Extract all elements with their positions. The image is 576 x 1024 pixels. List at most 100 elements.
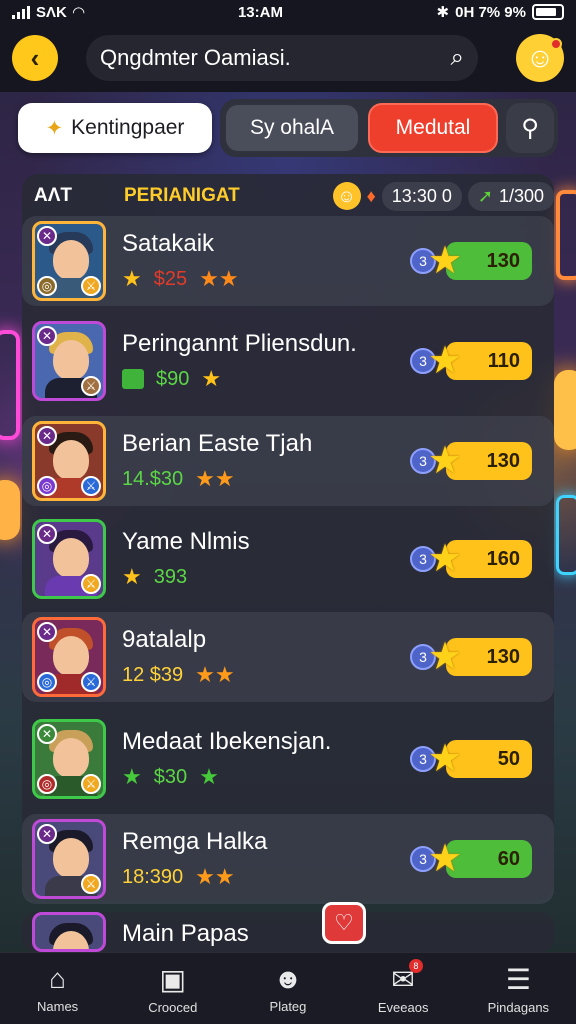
neon-light-left	[0, 480, 20, 540]
list-item[interactable]: ✕ ◎ ⚔ 9atalalp 12 $39 ★★ 3 ★ 130	[22, 612, 554, 702]
score-pill: ★ 110	[428, 340, 532, 382]
character-portrait: ✕ ◎ ⚔	[32, 421, 106, 501]
weapon-badge-icon: ⚔	[81, 874, 101, 894]
double-star-icon: ★★	[195, 864, 235, 889]
character-portrait: ✕ ◎ ⚔	[32, 617, 106, 697]
nav-names[interactable]: ⌂ Names	[8, 963, 108, 1014]
weapon-badge-icon: ⚔	[81, 672, 101, 692]
nav-pindagans[interactable]: ☰ Pindagans	[468, 963, 568, 1015]
status-left: SΛK ◠	[12, 3, 84, 21]
score-value: 50	[497, 747, 520, 770]
search-icon[interactable]: ⌕	[451, 44, 464, 72]
class-badge-icon: ✕	[37, 724, 57, 744]
list-item[interactable]: ✕ ⚔ Peringannt Pliensdun. $90 ★ 3 ★ 110	[22, 316, 554, 406]
character-portrait: ✕ ⚔	[32, 321, 106, 401]
currency-b: ➚ 1/300	[467, 181, 554, 211]
cash-icon	[122, 369, 144, 389]
stat-value: $30	[153, 765, 188, 788]
menu-icon: ☰	[505, 963, 531, 995]
character-name: Yame Nlmis	[122, 528, 250, 555]
battery-icon	[531, 4, 564, 20]
character-name: Remga Halka	[122, 828, 268, 855]
bottom-nav: ⌂ Names ▣ Crooced ☻ Plateg ✉ 8 Eveeaos ☰ …	[0, 952, 576, 1024]
tab-syohala[interactable]: Sy ohalA	[224, 103, 360, 153]
class-badge-icon: ✕	[37, 622, 57, 642]
heart-icon: ♡	[334, 910, 354, 935]
tab-kentingpaer[interactable]: ✦ Kentingpaer	[18, 103, 212, 153]
score-value: 60	[497, 847, 520, 870]
character-name: Peringannt Pliensdun.	[122, 330, 357, 357]
status-right: ✱ 0H 7% 9%	[437, 3, 564, 21]
square-icon: ▣	[159, 963, 187, 995]
star-icon: ★	[122, 266, 142, 291]
class-badge-icon: ✕	[37, 226, 57, 246]
profile-avatar-button[interactable]: ☺	[516, 34, 564, 82]
character-portrait: ✕ ◎ ⚔	[32, 221, 106, 301]
wifi-icon: ◠	[72, 4, 85, 21]
list-item[interactable]: ✕ ◎ ⚔ Satakaik ★ $25 ★★ 3 ★ 130	[22, 216, 554, 306]
score-pill: ★ 60	[428, 838, 532, 880]
top-bar: ‹ Qngdmter Oamiasi. ⌕ ☺	[0, 24, 576, 92]
leaderboard-title: PERIANIGAT	[124, 185, 240, 206]
nav-crooced[interactable]: ▣ Crooced	[123, 963, 223, 1015]
currency-a-value: 13:30 0	[391, 185, 452, 206]
tab-medutal[interactable]: Medutal	[368, 103, 498, 153]
leaf-icon: ➚	[477, 185, 493, 206]
list-item[interactable]: ✕ ⚔ Yame Nlmis ★ 393 3 ★ 160	[22, 514, 554, 604]
home-icon: ⌂	[49, 963, 67, 994]
character-name: Medaat Ibekensjan.	[122, 728, 332, 755]
row-stats: 14.$30 ★★	[122, 466, 410, 492]
back-button[interactable]: ‹	[12, 35, 58, 81]
neon-sign-right	[556, 190, 576, 280]
search-bar[interactable]: Qngdmter Oamiasi. ⌕	[86, 35, 478, 81]
notification-dot	[550, 38, 562, 50]
chat-icon: ✉ 8	[391, 958, 423, 996]
list-item[interactable]: ✕ ⚔ Remga Halka 18:390 ★★ 3 ★ 60	[22, 814, 554, 904]
element-badge-icon: ◎	[37, 672, 57, 692]
class-badge-icon: ✕	[37, 824, 57, 844]
green-star-icon: ★	[199, 764, 219, 789]
tab-label: Kentingpaer	[71, 116, 185, 139]
status-bar: SΛK ◠ 13:AM ✱ 0H 7% 9%	[0, 0, 576, 24]
stat-value: $25	[153, 267, 188, 290]
chevron-left-icon: ‹	[30, 42, 40, 73]
score-value: 130	[486, 449, 520, 472]
row-info: Remga Halka 18:390 ★★	[122, 828, 410, 890]
weapon-badge-icon: ⚔	[81, 276, 101, 296]
status-right-text: 0H 7% 9%	[455, 3, 526, 21]
character-portrait	[32, 912, 106, 952]
nav-label: Pindagans	[487, 999, 550, 1015]
nav-label: Names	[37, 999, 79, 1014]
currency-b-value: 1/300	[498, 185, 544, 206]
tab-tools[interactable]: ⚲	[506, 103, 554, 153]
stat-value: 14.$30	[122, 467, 184, 490]
character-portrait: ✕ ◎ ⚔	[32, 719, 106, 799]
score-star-icon: ★	[428, 340, 463, 382]
stat-value: $90	[156, 367, 190, 390]
character-name: 9atalalp	[122, 626, 207, 653]
list-item[interactable]: ✕ ◎ ⚔ Medaat Ibekensjan. ★ $30 ★ 3 ★ 50	[22, 714, 554, 804]
nav-eveeaos[interactable]: ✉ 8 Eveeaos	[353, 958, 453, 1015]
class-badge-icon: ✕	[37, 326, 57, 346]
list-item[interactable]: ✕ ◎ ⚔ Berian Easte Tjah 14.$30 ★★ 3 ★ 130	[22, 416, 554, 506]
nav-badge: 8	[408, 958, 423, 973]
element-badge-icon: ◎	[37, 276, 57, 296]
element-badge-icon: ◎	[37, 476, 57, 496]
weapon-badge-icon: ⚔	[81, 574, 101, 594]
search-text: Qngdmter Oamiasi.	[100, 45, 291, 70]
row-stats: 18:390 ★★	[122, 864, 410, 890]
stat-value: 393	[153, 565, 188, 588]
favorite-button[interactable]: ♡	[322, 902, 366, 944]
score-star-icon: ★	[428, 240, 463, 282]
row-info: Berian Easte Tjah 14.$30 ★★	[122, 430, 410, 492]
nav-plateg[interactable]: ☻ Plateg	[238, 963, 338, 1014]
double-star-icon: ★★	[199, 266, 239, 291]
character-name: Satakaik	[122, 230, 215, 257]
neon-sign-right-blue	[556, 495, 576, 575]
list-item[interactable]: Main Papas	[22, 912, 554, 952]
bluetooth-icon: ✱	[436, 4, 450, 21]
nav-label: Plateg	[269, 999, 307, 1014]
neon-light-right	[554, 370, 576, 450]
weapon-badge-icon: ⚔	[81, 774, 101, 794]
score-value: 130	[486, 645, 520, 668]
